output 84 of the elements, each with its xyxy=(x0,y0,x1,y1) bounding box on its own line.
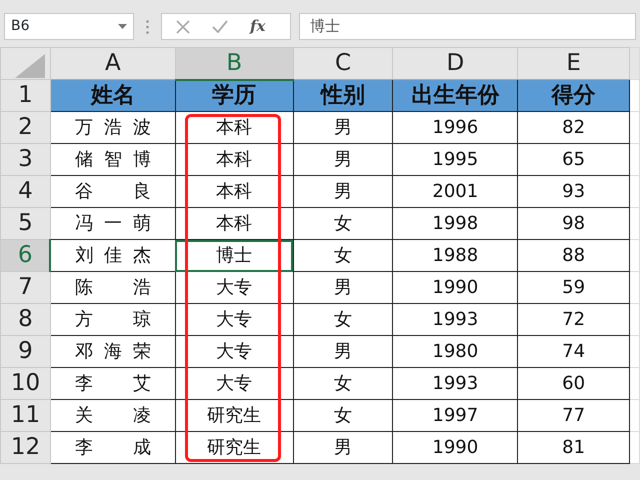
row-header[interactable]: 8 xyxy=(0,304,50,336)
table-cell: 74 xyxy=(518,336,630,368)
header-cell: 得分 xyxy=(518,80,630,112)
table-cell: 男 xyxy=(293,176,393,208)
table-cell: 大专 xyxy=(175,272,294,304)
table-cell: 方琼 xyxy=(50,304,176,336)
dropdown-caret-icon xyxy=(118,24,127,29)
table-cell: 谷良 xyxy=(50,176,176,208)
column-header[interactable]: E xyxy=(518,48,630,80)
table-cell: 60 xyxy=(518,368,630,400)
table-cell: 59 xyxy=(518,272,630,304)
table-cell: 65 xyxy=(518,144,630,176)
insert-function-button[interactable]: fx xyxy=(250,15,266,38)
table-cell: 储智博 xyxy=(50,144,176,176)
column-header[interactable]: D xyxy=(392,48,518,80)
table-cell: 81 xyxy=(518,432,630,464)
row-header[interactable]: 10 xyxy=(0,368,50,400)
table-cell: 女 xyxy=(293,400,393,432)
table-cell: 2001 xyxy=(392,176,518,208)
table-cell: 男 xyxy=(293,112,393,144)
table-cell: 女 xyxy=(293,368,393,400)
table-cell: 男 xyxy=(293,432,393,464)
row-header[interactable]: 9 xyxy=(0,336,50,368)
table-cell: 李艾 xyxy=(50,368,176,400)
table-cell: 女 xyxy=(293,208,393,240)
table-cell: 本科 xyxy=(175,144,294,176)
table-cell: 研究生 xyxy=(175,432,294,464)
table-cell: 77 xyxy=(518,400,630,432)
table-cell: 88 xyxy=(518,240,630,272)
name-box[interactable]: B6 xyxy=(4,13,134,40)
table-cell: 1980 xyxy=(392,336,518,368)
table-cell: 1997 xyxy=(392,400,518,432)
table-cell: 陈浩 xyxy=(50,272,176,304)
table-cell: 女 xyxy=(293,304,393,336)
table-cell: 大专 xyxy=(175,336,294,368)
row-header[interactable]: 5 xyxy=(0,208,50,240)
drag-handle-icon xyxy=(146,20,149,34)
table-cell: 男 xyxy=(293,336,393,368)
table-cell: 李成 xyxy=(50,432,176,464)
row-header[interactable]: 12 xyxy=(0,432,50,464)
table-cell: 万浩波 xyxy=(50,112,176,144)
table-cell: 大专 xyxy=(175,304,294,336)
table-cell: 1990 xyxy=(392,272,518,304)
table-cell: 男 xyxy=(293,272,393,304)
header-cell: 出生年份 xyxy=(392,80,518,112)
check-icon[interactable] xyxy=(212,20,228,33)
select-all-icon[interactable] xyxy=(15,54,45,78)
header-cell: 学历 xyxy=(175,80,294,112)
table-cell: 本科 xyxy=(175,112,294,144)
row-header[interactable]: 11 xyxy=(0,400,50,432)
table-cell: 邓海荣 xyxy=(50,336,176,368)
table-cell: 98 xyxy=(518,208,630,240)
row-header[interactable]: 4 xyxy=(0,176,50,208)
table-cell: 研究生 xyxy=(175,400,294,432)
row-header[interactable]: 7 xyxy=(0,272,50,304)
column-header[interactable]: B xyxy=(175,48,294,80)
row-header[interactable]: 3 xyxy=(0,144,50,176)
column-header[interactable]: C xyxy=(293,48,393,80)
header-cell: 姓名 xyxy=(50,80,176,112)
row-header[interactable]: 2 xyxy=(0,112,50,144)
table-cell: 大专 xyxy=(175,368,294,400)
table-cell: 1993 xyxy=(392,368,518,400)
table-cell: 关凌 xyxy=(50,400,176,432)
row-header[interactable]: 1 xyxy=(0,80,50,112)
row-header[interactable]: 6 xyxy=(0,240,50,272)
table-cell: 女 xyxy=(293,240,393,272)
table-cell: 本科 xyxy=(175,176,294,208)
table-cell: 93 xyxy=(518,176,630,208)
table-cell: 1990 xyxy=(392,432,518,464)
table-cell: 1995 xyxy=(392,144,518,176)
cancel-icon[interactable] xyxy=(176,20,190,34)
table-cell: 72 xyxy=(518,304,630,336)
table-cell: 1993 xyxy=(392,304,518,336)
table-cell: 本科 xyxy=(175,208,294,240)
table-cell: 1998 xyxy=(392,208,518,240)
column-header[interactable]: A xyxy=(50,48,176,80)
table-cell: 1988 xyxy=(392,240,518,272)
table-cell: 82 xyxy=(518,112,630,144)
table-cell: 1996 xyxy=(392,112,518,144)
active-cell[interactable]: 博士 xyxy=(175,240,294,272)
table-cell: 男 xyxy=(293,144,393,176)
formula-bar[interactable]: 博士 xyxy=(299,13,636,40)
header-cell: 性别 xyxy=(293,80,393,112)
table-cell: 冯一萌 xyxy=(50,208,176,240)
